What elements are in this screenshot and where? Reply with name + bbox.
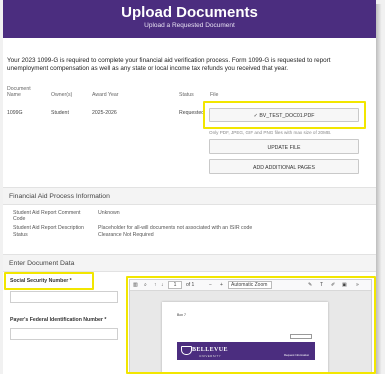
zoom-out-icon[interactable]: − bbox=[209, 282, 212, 288]
doc-heading: Box 7 bbox=[177, 313, 186, 317]
app-window: Upload Documents Upload a Requested Docu… bbox=[0, 0, 385, 374]
prev-page-icon[interactable]: ↑ bbox=[154, 282, 157, 288]
pdf-toolbar: ▥ ⌕ ↑ ↓ 1 of 1 − + Automatic Zoom ✎ T ✐ … bbox=[130, 280, 371, 291]
doc-status-cell: Requested bbox=[179, 110, 205, 116]
process-key: Status bbox=[13, 232, 28, 238]
update-file-button[interactable]: UPDATE FILE bbox=[209, 139, 359, 154]
pdf-viewer: ▥ ⌕ ↑ ↓ 1 of 1 − + Automatic Zoom ✎ T ✐ … bbox=[129, 279, 372, 374]
attached-file-button[interactable]: ✓ BV_TEST_DOC01.PDF bbox=[209, 108, 359, 122]
bellevue-logo: BELLEVUE bbox=[192, 347, 228, 353]
page-header: Upload Documents Upload a Requested Docu… bbox=[3, 0, 376, 38]
page-title: Upload Documents bbox=[121, 4, 258, 21]
page-total: of 1 bbox=[186, 282, 195, 288]
process-value: Unknown bbox=[98, 210, 120, 216]
ssn-label: Social Security Number * bbox=[10, 278, 72, 284]
col-header-status: Status bbox=[179, 92, 194, 98]
col-header-document-name: Document Name bbox=[7, 86, 31, 98]
text-tool-icon[interactable]: T bbox=[320, 282, 323, 288]
col-header-award-year: Award Year bbox=[92, 92, 119, 98]
draw-tool-icon[interactable]: ✐ bbox=[331, 282, 335, 288]
document-data-header: Enter Document Data bbox=[3, 254, 376, 272]
page-subtitle: Upload a Requested Document bbox=[144, 22, 235, 29]
image-tool-icon[interactable]: ▣ bbox=[342, 282, 347, 288]
ssn-input[interactable] bbox=[10, 291, 118, 303]
process-info-header: Financial Aid Process Information bbox=[3, 187, 376, 205]
doc-banner: BELLEVUE UNIVERSITY Request Information bbox=[177, 342, 315, 360]
payer-id-label: Payer's Federal Identification Number * bbox=[10, 317, 107, 323]
next-page-icon[interactable]: ↓ bbox=[161, 282, 164, 288]
process-value: Clearance Not Required bbox=[98, 232, 154, 238]
process-value: Placeholder for all-will documents not a… bbox=[98, 225, 253, 231]
highlight-pen-icon[interactable]: ✎ bbox=[308, 282, 312, 288]
file-type-hint: Only PDF, JPEG, GIF and PNG files with m… bbox=[209, 130, 332, 135]
bellevue-logo-sub: UNIVERSITY bbox=[199, 354, 222, 358]
intro-text: Your 2023 1099-G is required to complete… bbox=[7, 57, 331, 72]
payer-id-input[interactable] bbox=[10, 328, 118, 340]
doc-owner-cell: Student bbox=[51, 110, 69, 116]
col-header-file: File bbox=[210, 92, 219, 98]
col-header-owner: Owner(s) bbox=[51, 92, 73, 98]
process-key: Student Aid Report Description bbox=[13, 225, 84, 231]
sidebar-toggle-icon[interactable]: ▥ bbox=[133, 282, 138, 288]
doc-field-box bbox=[290, 334, 312, 339]
doc-banner-label: Request Information bbox=[284, 353, 310, 357]
pdf-page: Box 7 BELLEVUE UNIVERSITY Request Inform… bbox=[162, 302, 328, 374]
more-tools-icon[interactable]: » bbox=[356, 282, 359, 288]
search-icon[interactable]: ⌕ bbox=[144, 282, 147, 288]
page-shadow-right bbox=[376, 4, 382, 374]
doc-award-year-cell: 2025-2026 bbox=[92, 110, 117, 116]
doc-name-cell: 1099G bbox=[7, 110, 23, 116]
process-key: Student Aid Report Comment Code bbox=[13, 210, 81, 222]
shield-icon bbox=[181, 346, 192, 355]
zoom-in-icon[interactable]: + bbox=[220, 282, 223, 288]
add-pages-button[interactable]: ADD ADDITIONAL PAGES bbox=[209, 159, 359, 174]
zoom-select[interactable]: Automatic Zoom bbox=[228, 281, 272, 289]
page-number-input[interactable]: 1 bbox=[168, 281, 182, 289]
